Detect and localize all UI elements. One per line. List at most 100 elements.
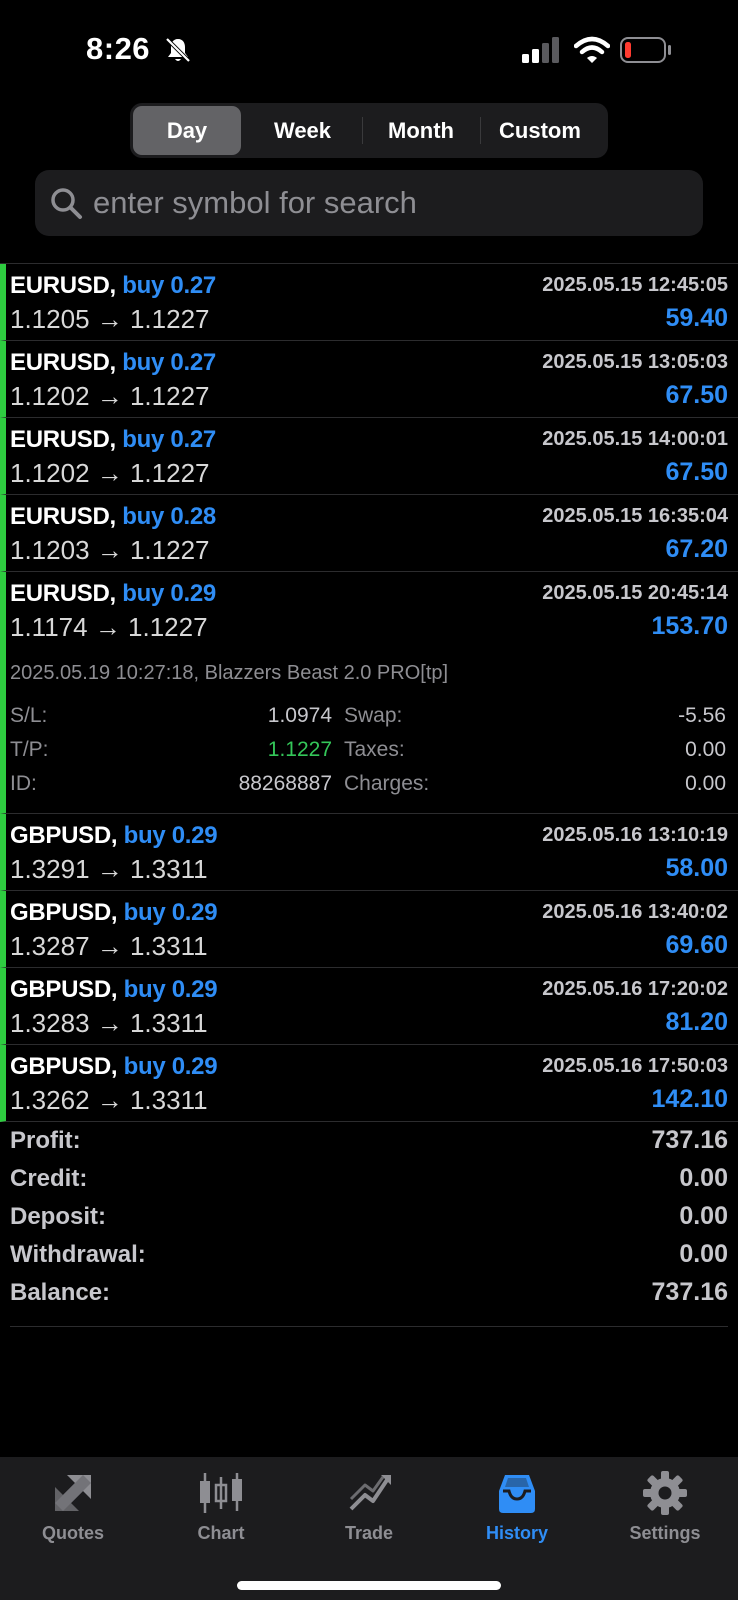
trade-profit: 67.20 xyxy=(665,535,728,563)
trade-side: buy 0.29 xyxy=(123,1053,218,1080)
search-input[interactable] xyxy=(93,170,683,236)
trade-side: buy 0.29 xyxy=(123,899,218,926)
tab-label: Chart xyxy=(197,1523,245,1543)
account-summary: Profit: 737.16 Credit: 0.00 Deposit: 0.0… xyxy=(10,1123,728,1327)
tab-settings[interactable]: Settings xyxy=(605,1469,725,1559)
trade-profit: 81.20 xyxy=(665,1008,728,1036)
summary-label: Deposit: xyxy=(10,1203,106,1230)
trade-side: buy 0.27 xyxy=(122,272,216,299)
summary-value: 0.00 xyxy=(679,1164,728,1192)
trade-time: 2025.05.16 13:10:19 xyxy=(542,824,728,846)
trade-prices: 1.1203 → 1.1227 xyxy=(10,535,210,565)
trade-row[interactable]: EURUSD, buy 0.28 1.1203 → 1.1227 2025.05… xyxy=(0,495,738,572)
trade-row[interactable]: GBPUSD, buy 0.29 1.3283 → 1.3311 2025.05… xyxy=(0,968,738,1045)
summary-row-withdrawal: Withdrawal: 0.00 xyxy=(10,1237,728,1275)
summary-value: 0.00 xyxy=(679,1202,728,1230)
summary-label: Balance: xyxy=(10,1279,111,1306)
trade-time: 2025.05.16 17:50:03 xyxy=(542,1055,728,1077)
trade-row-expanded[interactable]: EURUSD, buy 0.29 1.1174 → 1.1227 2025.05… xyxy=(0,572,738,649)
trade-side: buy 0.28 xyxy=(122,503,216,530)
tab-history[interactable]: History xyxy=(457,1469,577,1559)
trade-history-list: EURUSD, buy 0.27 1.1205 → 1.1227 2025.05… xyxy=(0,263,738,1122)
trade-symbol: GBPUSD, buy 0.29 xyxy=(10,899,218,926)
trade-profit: 59.40 xyxy=(665,304,728,332)
period-segmented-control: Day Week Month Custom xyxy=(130,103,608,158)
gear-icon xyxy=(643,1471,687,1515)
trade-prices: 1.1202 → 1.1227 xyxy=(10,381,210,411)
trade-profit: 58.00 xyxy=(665,854,728,882)
summary-value: 737.16 xyxy=(651,1278,728,1306)
tab-chart[interactable]: Chart xyxy=(161,1469,281,1559)
segment-divider xyxy=(480,117,481,144)
taxes-label: Taxes: xyxy=(344,738,405,761)
tab-trade[interactable]: Trade xyxy=(309,1469,429,1559)
id-label: ID: xyxy=(10,772,37,795)
trade-symbol: GBPUSD, buy 0.29 xyxy=(10,976,218,1003)
charges-label: Charges: xyxy=(344,772,430,795)
trade-prices: 1.3262 → 1.3311 xyxy=(10,1085,208,1115)
wifi-icon xyxy=(574,36,610,63)
trade-side: buy 0.29 xyxy=(123,976,218,1003)
sl-label: S/L: xyxy=(10,704,48,727)
trade-details: 2025.05.19 10:27:18, Blazzers Beast 2.0 … xyxy=(0,649,738,814)
history-icon xyxy=(499,1475,535,1513)
summary-row-balance: Balance: 737.16 xyxy=(10,1275,728,1313)
search-bar[interactable] xyxy=(35,170,703,236)
summary-value: 0.00 xyxy=(679,1240,728,1268)
trade-prices: 1.3283 → 1.3311 xyxy=(10,1008,208,1038)
summary-label: Withdrawal: xyxy=(10,1241,146,1268)
summary-value: 737.16 xyxy=(651,1126,728,1154)
trade-row[interactable]: GBPUSD, buy 0.29 1.3291 → 1.3311 2025.05… xyxy=(0,814,738,891)
trade-row[interactable]: EURUSD, buy 0.27 1.1205 → 1.1227 2025.05… xyxy=(0,264,738,341)
trade-symbol: EURUSD, buy 0.27 xyxy=(10,426,216,453)
tab-label: History xyxy=(485,1523,548,1543)
trade-prices: 1.3291 → 1.3311 xyxy=(10,854,208,884)
trade-symbol: EURUSD, buy 0.28 xyxy=(10,503,216,530)
trade-prices: 1.1202 → 1.1227 xyxy=(10,458,210,488)
trade-symbol: EURUSD, buy 0.29 xyxy=(10,580,216,607)
trade-symbol: GBPUSD, buy 0.29 xyxy=(10,1053,218,1080)
trade-profit: 142.10 xyxy=(651,1085,728,1113)
trade-row[interactable]: EURUSD, buy 0.27 1.1202 → 1.1227 2025.05… xyxy=(0,341,738,418)
trade-time: 2025.05.15 12:45:05 xyxy=(542,274,728,296)
trade-symbol: GBPUSD, buy 0.29 xyxy=(10,822,218,849)
trade-time: 2025.05.15 16:35:04 xyxy=(542,505,728,527)
summary-label: Credit: xyxy=(10,1165,88,1192)
tab-label: Quotes xyxy=(41,1523,104,1543)
swap-label: Swap: xyxy=(344,704,403,727)
summary-row-deposit: Deposit: 0.00 xyxy=(10,1199,728,1237)
trade-prices: 1.1205 → 1.1227 xyxy=(10,304,210,334)
tab-label: Trade xyxy=(344,1523,394,1543)
trade-row[interactable]: GBPUSD, buy 0.29 1.3287 → 1.3311 2025.05… xyxy=(0,891,738,968)
status-time: 8:26 xyxy=(86,31,151,66)
trade-prices: 1.3287 → 1.3311 xyxy=(10,931,208,961)
home-indicator xyxy=(237,1581,501,1590)
trade-symbol: EURUSD, buy 0.27 xyxy=(10,272,216,299)
tab-month[interactable]: Month xyxy=(364,106,478,155)
status-bar: 8:26 xyxy=(0,0,738,100)
trade-profit: 153.70 xyxy=(651,612,728,640)
charges-value: 0.00 xyxy=(685,772,726,795)
trade-time: 2025.05.16 17:20:02 xyxy=(542,978,728,1000)
trade-close-info: 2025.05.19 10:27:18, Blazzers Beast 2.0 … xyxy=(10,662,449,684)
trade-profit: 67.50 xyxy=(665,458,728,486)
trade-time: 2025.05.16 13:40:02 xyxy=(542,901,728,923)
quotes-icon xyxy=(55,1475,91,1511)
swap-value: -5.56 xyxy=(678,704,726,727)
tab-label: Settings xyxy=(629,1523,701,1543)
sl-value: 1.0974 xyxy=(267,704,332,727)
trade-prices: 1.1174 → 1.1227 xyxy=(10,612,208,642)
taxes-value: 0.00 xyxy=(685,738,726,761)
tab-week[interactable]: Week xyxy=(245,106,360,155)
tp-value: 1.1227 xyxy=(267,738,332,761)
tab-day[interactable]: Day xyxy=(133,106,241,155)
trade-symbol: EURUSD, buy 0.27 xyxy=(10,349,216,376)
tab-custom[interactable]: Custom xyxy=(482,106,598,155)
battery-icon xyxy=(620,37,671,63)
bottom-tab-bar: Quotes Chart Trade History Settings xyxy=(0,1457,738,1600)
tab-quotes[interactable]: Quotes xyxy=(13,1469,133,1559)
trade-side: buy 0.29 xyxy=(123,822,218,849)
trade-row[interactable]: GBPUSD, buy 0.29 1.3262 → 1.3311 2025.05… xyxy=(0,1045,738,1122)
trade-row[interactable]: EURUSD, buy 0.27 1.1202 → 1.1227 2025.05… xyxy=(0,418,738,495)
trade-profit: 69.60 xyxy=(665,931,728,959)
